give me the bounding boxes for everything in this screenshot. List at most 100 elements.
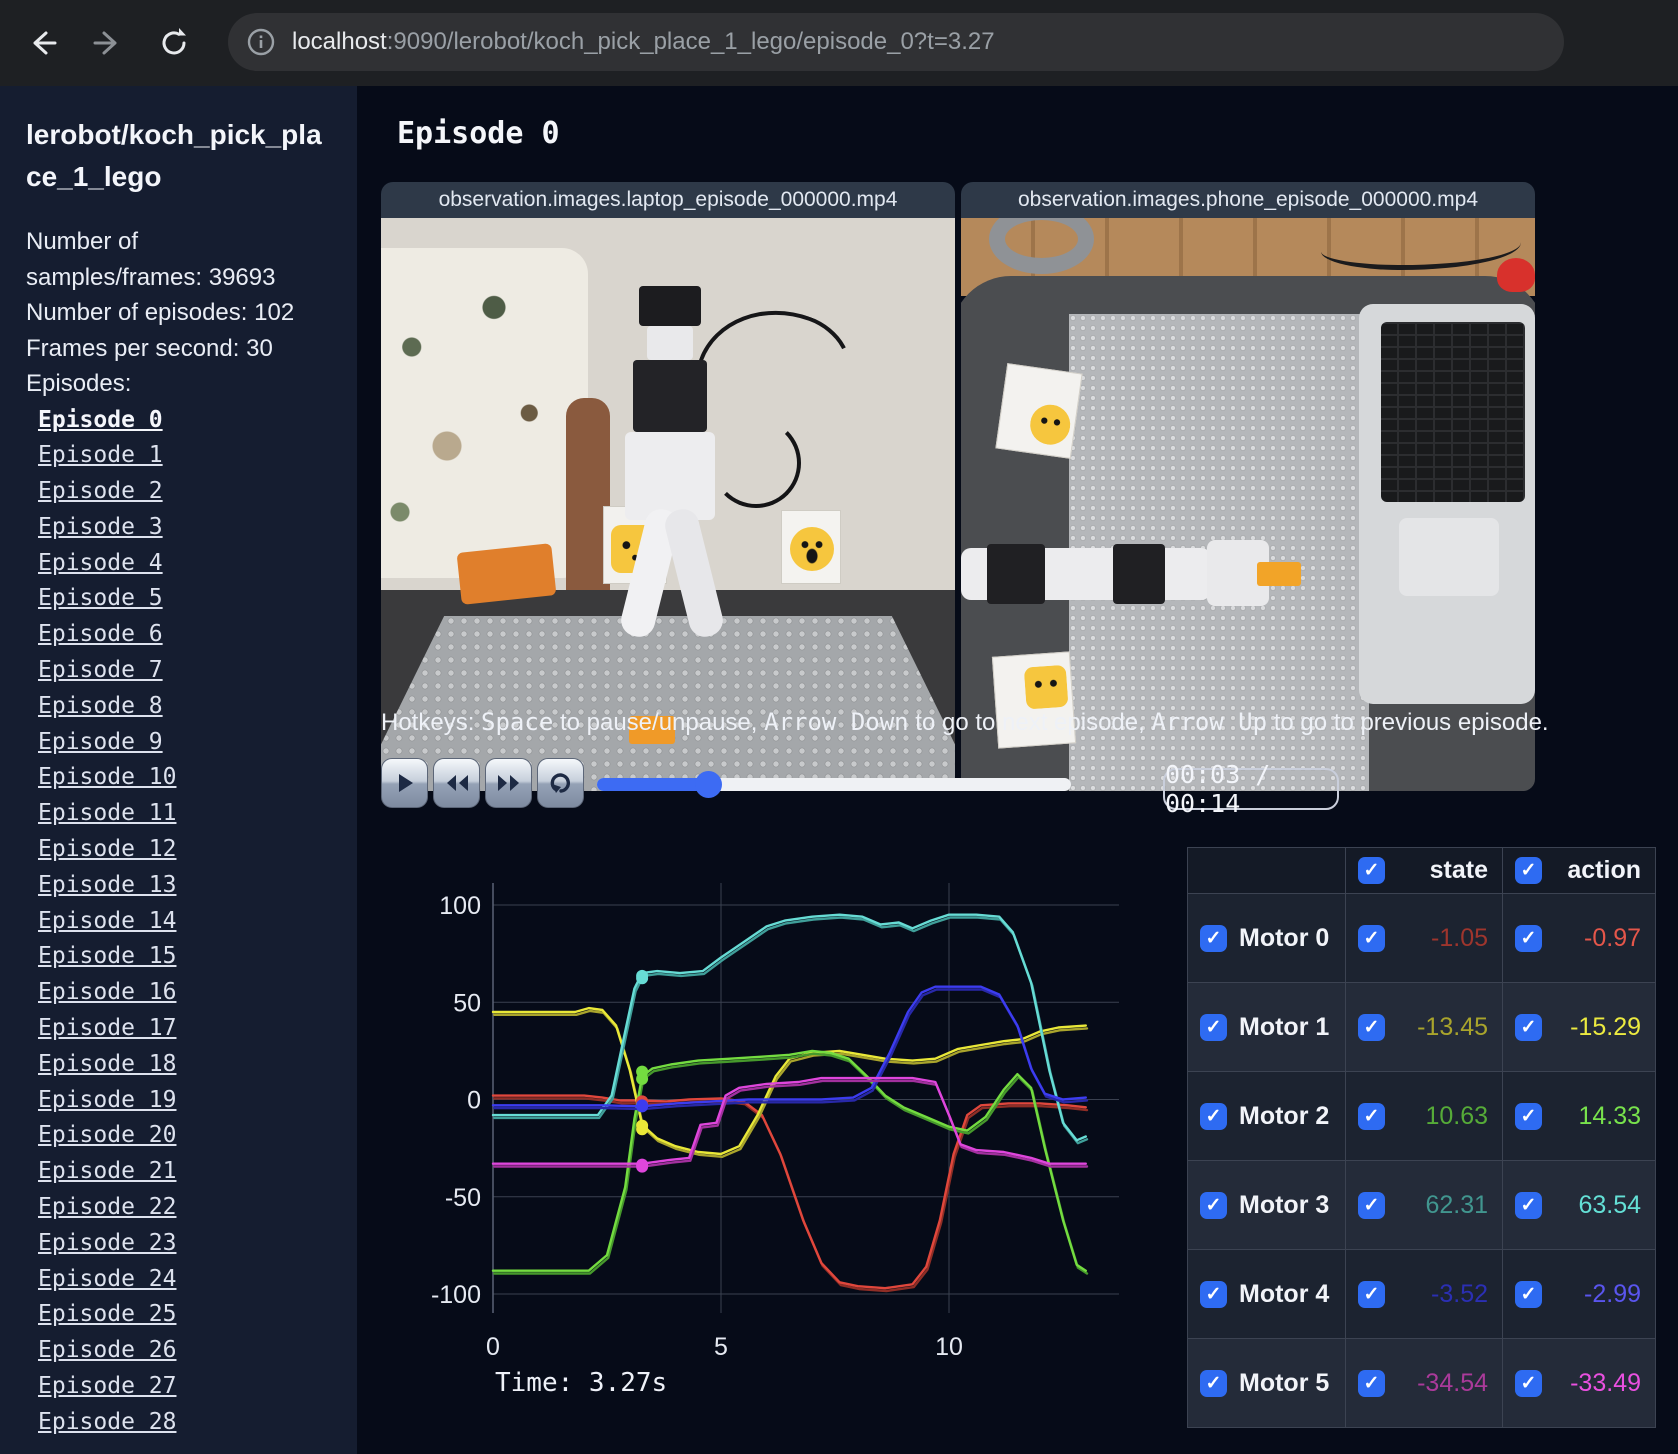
action-cell-checkbox[interactable]: ✓ [1515,1369,1542,1397]
episode-link[interactable]: Episode 19 [38,1087,176,1113]
episode-link[interactable]: Episode 15 [38,943,176,969]
episode-link[interactable]: Episode 20 [38,1122,176,1148]
video-laptop[interactable] [381,218,955,791]
hotkey-key: Arrow Up [1151,708,1268,736]
episode-link[interactable]: Episode 28 [38,1409,176,1435]
state-cell-checkbox[interactable]: ✓ [1358,1280,1385,1308]
seek-slider[interactable] [597,771,1071,798]
browser-toolbar: localhost:9090/lerobot/koch_pick_place_1… [0,0,1678,86]
state-cell-checkbox[interactable]: ✓ [1358,1013,1385,1041]
svg-text:-50: -50 [445,1184,481,1212]
scene-keyboard [1381,322,1525,502]
action-cell-checkbox[interactable]: ✓ [1515,1102,1542,1130]
episode-list-item: Episode 28 [26,1406,357,1442]
hotkeys-help: Hotkeys: Space to pause/unpause, Arrow D… [381,708,1549,737]
episode-link[interactable]: Episode 14 [38,908,176,934]
episode-link[interactable]: Episode 7 [38,657,163,683]
dataset-title: lerobot/koch_pick_place_1_lego [26,119,322,192]
back-icon[interactable] [20,21,64,65]
rewind-button[interactable] [433,758,480,808]
action-header-cell: ✓ action [1502,847,1656,894]
episode-link[interactable]: Episode 27 [38,1373,176,1399]
forward-icon[interactable] [86,21,130,65]
episode-link[interactable]: Episode 10 [38,764,176,790]
motor-row-checkbox[interactable]: ✓ [1200,1102,1227,1130]
fast-forward-button[interactable] [485,758,532,808]
scene-trackpad [1399,518,1499,596]
episode-link[interactable]: Episode 8 [38,693,163,719]
robot-camera [639,286,701,326]
hotkey-text: Hotkeys: [381,709,482,736]
video-title-laptop: observation.images.laptop_episode_000000… [381,182,955,218]
episode-link[interactable]: Episode 3 [38,514,163,540]
episode-link[interactable]: Episode 5 [38,585,163,611]
scene-smiley-box [995,363,1083,459]
robot-motor [987,544,1045,604]
episode-link[interactable]: Episode 1 [38,442,163,468]
chart-line-state [493,1009,1089,1158]
episode-link[interactable]: Episode 4 [38,550,163,576]
motor-table: ✓ state ✓ action ✓ Motor 0 ✓ -1.05 ✓ -0.97 ✓ Mo… [1187,847,1656,1428]
episode-link[interactable]: Episode 25 [38,1301,176,1327]
robot-controller [633,360,707,432]
episode-list-item: Episode 3 [26,511,357,547]
action-cell-checkbox[interactable]: ✓ [1515,1191,1542,1219]
episode-list-item: Episode 8 [26,690,357,726]
video-phone[interactable] [961,218,1535,791]
sidebar: lerobot/koch_pick_place_1_lego Number of… [0,86,357,1454]
episode-link[interactable]: Episode 24 [38,1266,176,1292]
action-cell-checkbox[interactable]: ✓ [1515,1013,1542,1041]
svg-text:100: 100 [439,892,481,920]
episode-list-item: Episode 10 [26,761,357,797]
episode-link[interactable]: Episode 11 [38,800,176,826]
episode-link[interactable]: Episode 0 [38,407,163,433]
motor-row-checkbox[interactable]: ✓ [1200,1013,1227,1041]
action-value: -0.97 [1584,923,1641,952]
episode-list-item: Episode 18 [26,1048,357,1084]
state-cell-checkbox[interactable]: ✓ [1358,1102,1385,1130]
svg-text:0: 0 [467,1087,481,1115]
episode-list: Episode 0 Episode 1 Episode 2 Episode 3 Epis… [26,404,357,1442]
episode-list-item: Episode 5 [26,582,357,618]
episode-list-item: Episode 6 [26,618,357,654]
episode-link[interactable]: Episode 17 [38,1015,176,1041]
info-icon[interactable] [246,27,276,57]
motor-row-checkbox[interactable]: ✓ [1200,1280,1227,1308]
reload-icon[interactable] [152,21,196,65]
action-column-checkbox[interactable]: ✓ [1515,857,1542,884]
state-header-cell: ✓ state [1345,847,1503,894]
action-cell-checkbox[interactable]: ✓ [1515,1280,1542,1308]
state-cell-checkbox[interactable]: ✓ [1358,1191,1385,1219]
action-value: 63.54 [1578,1190,1641,1219]
episode-link[interactable]: Episode 2 [38,478,163,504]
scene-red-object [1497,258,1535,292]
motor-label: Motor 3 [1239,1190,1330,1219]
action-cell-checkbox[interactable]: ✓ [1515,924,1542,952]
chart-time-label: Time: 3.27s [495,1368,667,1398]
episode-link[interactable]: Episode 26 [38,1337,176,1363]
stat-line: Frames per second: 30 [26,334,273,362]
episode-link[interactable]: Episode 13 [38,872,176,898]
loop-button[interactable] [537,758,584,808]
address-bar[interactable]: localhost:9090/lerobot/koch_pick_place_1… [228,13,1564,71]
episode-link[interactable]: Episode 23 [38,1230,176,1256]
episode-link[interactable]: Episode 18 [38,1051,176,1077]
episode-link[interactable]: Episode 12 [38,836,176,862]
episode-link[interactable]: Episode 16 [38,979,176,1005]
episode-link[interactable]: Episode 9 [38,729,163,755]
state-column-checkbox[interactable]: ✓ [1358,857,1385,884]
state-cell-checkbox[interactable]: ✓ [1358,1369,1385,1397]
play-button[interactable] [381,758,428,808]
episode-link[interactable]: Episode 21 [38,1158,176,1184]
motor-row-checkbox[interactable]: ✓ [1200,1369,1227,1397]
seek-slider-thumb[interactable] [695,771,722,798]
episode-link[interactable]: Episode 6 [38,621,163,647]
episode-link[interactable]: Episode 22 [38,1194,176,1220]
episode-list-item: Episode 25 [26,1298,357,1334]
motor-chart[interactable]: 100500-50-1000 5 10Time: 3.27s [427,831,1127,1431]
motor-row-checkbox[interactable]: ✓ [1200,1191,1227,1219]
motor-row-checkbox[interactable]: ✓ [1200,924,1227,952]
video-card-phone: observation.images.phone_episode_000000.… [961,182,1535,791]
state-cell-checkbox[interactable]: ✓ [1358,924,1385,952]
state-value: -34.54 [1417,1368,1488,1397]
